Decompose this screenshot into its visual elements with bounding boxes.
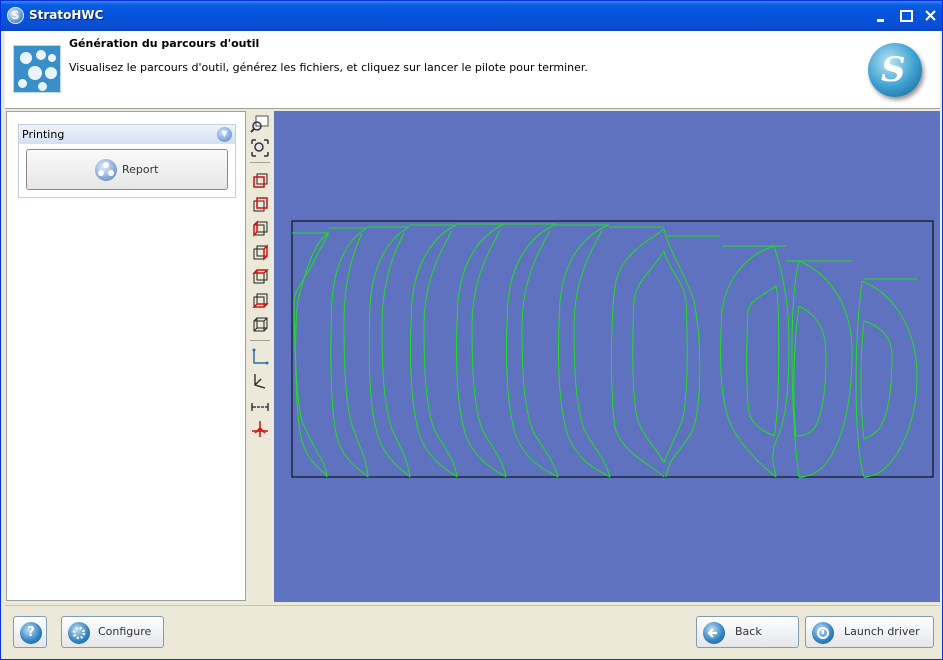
page-title: Génération du parcours d'outil <box>69 37 260 50</box>
collapse-chevron-icon[interactable]: ▼ <box>217 127 232 142</box>
report-icon <box>95 159 117 181</box>
main-window: S StratoHWC Génération du parcours d'out… <box>0 0 943 660</box>
maximize-button[interactable] <box>897 7 916 25</box>
report-button-label: Report <box>122 163 159 176</box>
wizard-header: Génération du parcours d'outil Visualise… <box>5 31 940 109</box>
left-panel: Printing ▼ Report <box>6 111 246 601</box>
arrow-left-icon <box>703 622 725 644</box>
view-iso-icon[interactable] <box>250 315 270 335</box>
report-button[interactable]: Report <box>26 149 228 190</box>
brand-logo-icon: S <box>868 43 922 97</box>
launch-icon <box>812 622 834 644</box>
build-area-boundary <box>291 220 934 478</box>
app-logo-icon: S <box>7 7 24 24</box>
launch-driver-button[interactable]: Launch driver <box>805 616 934 648</box>
minimize-icon <box>877 19 884 22</box>
toolpath-wizard-icon <box>13 45 61 93</box>
toolpath-curves <box>292 223 918 478</box>
configure-button-label: Configure <box>98 625 152 638</box>
view-front-icon[interactable] <box>250 171 270 191</box>
configure-button[interactable]: Configure <box>61 616 164 648</box>
view-top-icon[interactable] <box>250 267 270 287</box>
bottom-button-bar: ? Configure Back Launch driver <box>5 605 940 657</box>
axes-xyz-icon[interactable] <box>250 371 270 391</box>
zoom-in-icon[interactable] <box>250 114 270 134</box>
close-button[interactable] <box>921 7 940 25</box>
back-button-label: Back <box>735 625 762 638</box>
printing-section: Printing ▼ Report <box>18 124 236 198</box>
view-left-icon[interactable] <box>250 219 270 239</box>
view-right-icon[interactable] <box>250 243 270 263</box>
window-title: StratoHWC <box>29 8 104 22</box>
measure-icon[interactable] <box>250 395 270 415</box>
help-button[interactable]: ? <box>13 616 47 648</box>
close-icon <box>925 10 936 21</box>
axes-xy-icon[interactable] <box>250 347 270 367</box>
printing-section-header[interactable]: Printing ▼ <box>19 125 235 144</box>
printing-section-label: Printing <box>22 128 65 141</box>
view-toolbar <box>247 111 273 601</box>
toolpath-drawing <box>291 220 934 478</box>
help-icon: ? <box>20 622 42 644</box>
back-button[interactable]: Back <box>696 616 799 648</box>
title-bar[interactable]: S StratoHWC <box>1 1 942 31</box>
zoom-fit-icon[interactable] <box>250 138 270 158</box>
launch-driver-button-label: Launch driver <box>844 625 920 638</box>
origin-icon[interactable] <box>250 419 270 439</box>
view-bottom-icon[interactable] <box>250 291 270 311</box>
view-back-icon[interactable] <box>250 195 270 215</box>
toolpath-viewport[interactable] <box>274 111 940 602</box>
minimize-button[interactable] <box>872 7 891 25</box>
page-description: Visualisez le parcours d'outil, générez … <box>69 61 588 74</box>
gear-icon <box>68 622 90 644</box>
maximize-icon <box>900 10 913 22</box>
